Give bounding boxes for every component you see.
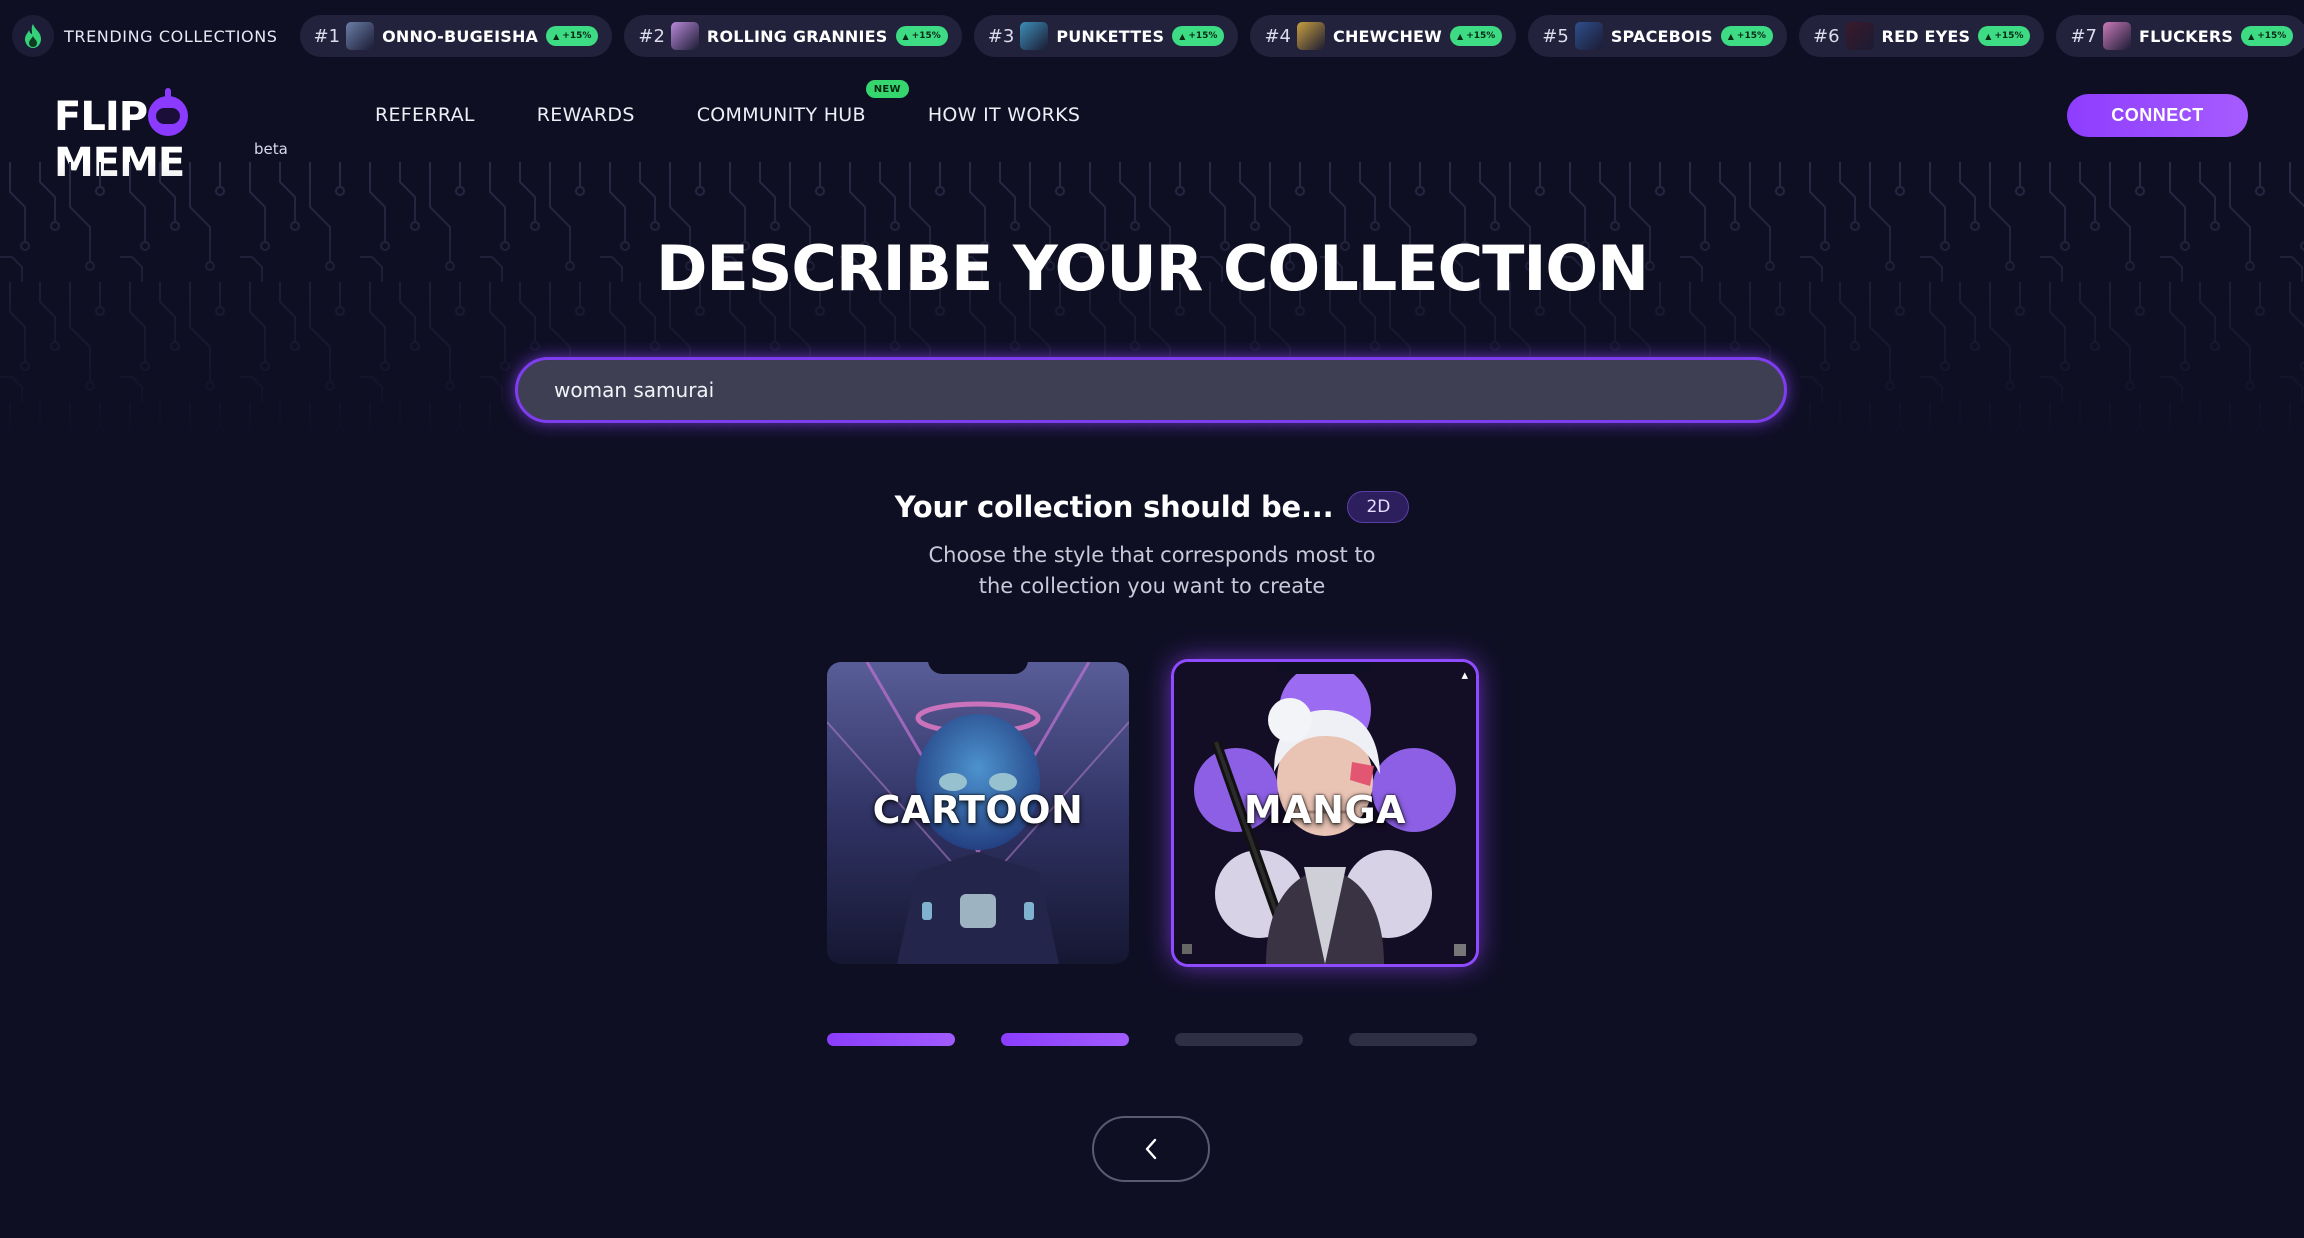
mascot-icon <box>148 88 189 136</box>
trending-name: ROLLING GRANNIES <box>706 26 888 46</box>
logo[interactable]: FLIPMEME beta <box>54 86 314 186</box>
connect-button[interactable]: CONNECT <box>2067 94 2248 137</box>
trending-item[interactable]: #2 ROLLING GRANNIES ▲ +15% <box>624 15 962 57</box>
style-card-manga[interactable]: ▴ MANGA <box>1171 659 1479 967</box>
arrow-up-icon: ▲ <box>1985 31 1992 41</box>
question-title: Your collection should be... <box>894 490 1334 524</box>
change-value: +15% <box>1736 31 1766 41</box>
nav-referral[interactable]: REFERRAL <box>375 104 475 126</box>
question-description-line-2: the collection you want to create <box>978 574 1326 598</box>
change-badge: ▲ +15% <box>1450 26 1503 46</box>
dimension-badge[interactable]: 2D <box>1347 491 1410 523</box>
progress-step <box>1175 1033 1303 1046</box>
style-card-cartoon[interactable]: CARTOON <box>827 662 1129 964</box>
trending-item[interactable]: #7 FLUCKERS ▲ +15% <box>2056 15 2304 57</box>
change-badge: ▲ +15% <box>895 26 948 46</box>
progress-step <box>1349 1033 1477 1046</box>
trending-name: ONNO-BUGEISHA <box>382 26 539 46</box>
trending-rank: #6 <box>1813 25 1840 47</box>
style-label-manga: MANGA <box>1243 788 1407 832</box>
trending-header: TRENDING COLLECTIONS <box>12 15 278 57</box>
card-notch <box>928 662 1028 674</box>
progress-step <box>1001 1033 1129 1046</box>
trending-name: SPACEBOIS <box>1610 26 1713 46</box>
trending-rank: #2 <box>638 25 665 47</box>
trending-rank: #7 <box>2070 25 2098 47</box>
change-badge: ▲ +15% <box>1720 26 1773 46</box>
question-description-line-1: Choose the style that corresponds most t… <box>928 543 1376 567</box>
change-value: +15% <box>1994 31 2024 41</box>
trending-item[interactable]: #1 ONNO-BUGEISHA ▲ +15% <box>299 15 613 57</box>
change-value: +15% <box>1188 31 1218 41</box>
nav-community-hub-label: COMMUNITY HUB <box>696 104 866 126</box>
trending-item[interactable]: #4 CHEWCHEW ▲ +15% <box>1250 15 1517 57</box>
collection-avatar <box>2103 22 2132 50</box>
change-value: +15% <box>1466 31 1496 41</box>
collection-avatar <box>1845 22 1874 50</box>
trending-rank: #5 <box>1542 25 1569 47</box>
selected-icon: ▴ <box>1461 668 1468 683</box>
trending-rank: #3 <box>987 25 1015 47</box>
question-description: Choose the style that corresponds most t… <box>0 540 2304 602</box>
trending-item[interactable]: #5 SPACEBOIS ▲ +15% <box>1528 15 1787 57</box>
trending-name: FLUCKERS <box>2139 26 2234 46</box>
page: TRENDING COLLECTIONS #1 ONNO-BUGEISHA ▲ +15… <box>0 0 2304 1238</box>
trending-name: PUNKETTES <box>1056 26 1165 46</box>
change-badge: ▲ +15% <box>1172 26 1225 46</box>
progress-step <box>827 1033 955 1046</box>
trending-name: RED EYES <box>1881 26 1971 46</box>
back-button[interactable] <box>1092 1116 1210 1182</box>
trending-rank: #1 <box>313 25 341 47</box>
question-header: Your collection should be... 2D <box>0 490 2304 524</box>
nav-rewards[interactable]: REWARDS <box>537 104 635 126</box>
card-notch <box>1275 662 1375 674</box>
nav-community-hub[interactable]: COMMUNITY HUB NEW <box>696 80 909 126</box>
arrow-up-icon: ▲ <box>553 31 560 41</box>
trending-list: #1 ONNO-BUGEISHA ▲ +15% #2 ROLLING GRANNIES ▲ +… <box>299 15 2304 57</box>
search-field <box>515 357 1787 423</box>
trending-bar: TRENDING COLLECTIONS #1 ONNO-BUGEISHA ▲ +15… <box>0 0 2304 72</box>
trending-rank: #4 <box>1264 25 1291 47</box>
top-nav: FLIPMEME beta REFERRAL REWARDS COMMUNITY… <box>0 72 2304 186</box>
arrow-up-icon: ▲ <box>1179 31 1186 41</box>
collection-avatar <box>1574 22 1603 50</box>
trending-title: TRENDING COLLECTIONS <box>64 26 278 46</box>
beta-label: beta <box>254 140 288 158</box>
change-badge: ▲ +15% <box>1978 26 2031 46</box>
collection-avatar <box>1020 22 1049 50</box>
arrow-up-icon: ▲ <box>902 31 909 41</box>
style-label-cartoon: CARTOON <box>872 788 1084 832</box>
fire-icon <box>12 15 54 57</box>
new-badge: NEW <box>865 80 909 98</box>
arrow-up-icon: ▲ <box>1457 31 1464 41</box>
collection-avatar <box>346 22 375 50</box>
nav-links: REFERRAL REWARDS COMMUNITY HUB NEW HOW I… <box>375 80 1142 126</box>
nav-how-it-works[interactable]: HOW IT WORKS <box>928 104 1080 126</box>
change-value: +15% <box>911 31 941 41</box>
change-badge: ▲ +15% <box>546 26 599 46</box>
logo-text-left: FLIP <box>54 94 148 140</box>
step-progress <box>827 1033 1477 1047</box>
trending-name: CHEWCHEW <box>1333 26 1443 46</box>
page-title: DESCRIBE YOUR COLLECTION <box>655 232 1649 305</box>
change-value: +15% <box>2257 31 2287 41</box>
chevron-left-icon <box>1145 1138 1157 1160</box>
arrow-up-icon: ▲ <box>2248 31 2255 41</box>
collection-avatar <box>1297 22 1325 50</box>
collection-description-input[interactable] <box>518 360 1784 420</box>
trending-item[interactable]: #3 PUNKETTES ▲ +15% <box>973 15 1239 57</box>
collection-avatar <box>670 22 699 50</box>
change-badge: ▲ +15% <box>2241 26 2294 46</box>
arrow-up-icon: ▲ <box>1727 31 1734 41</box>
trending-item[interactable]: #6 RED EYES ▲ +15% <box>1799 15 2045 57</box>
change-value: +15% <box>562 31 592 41</box>
